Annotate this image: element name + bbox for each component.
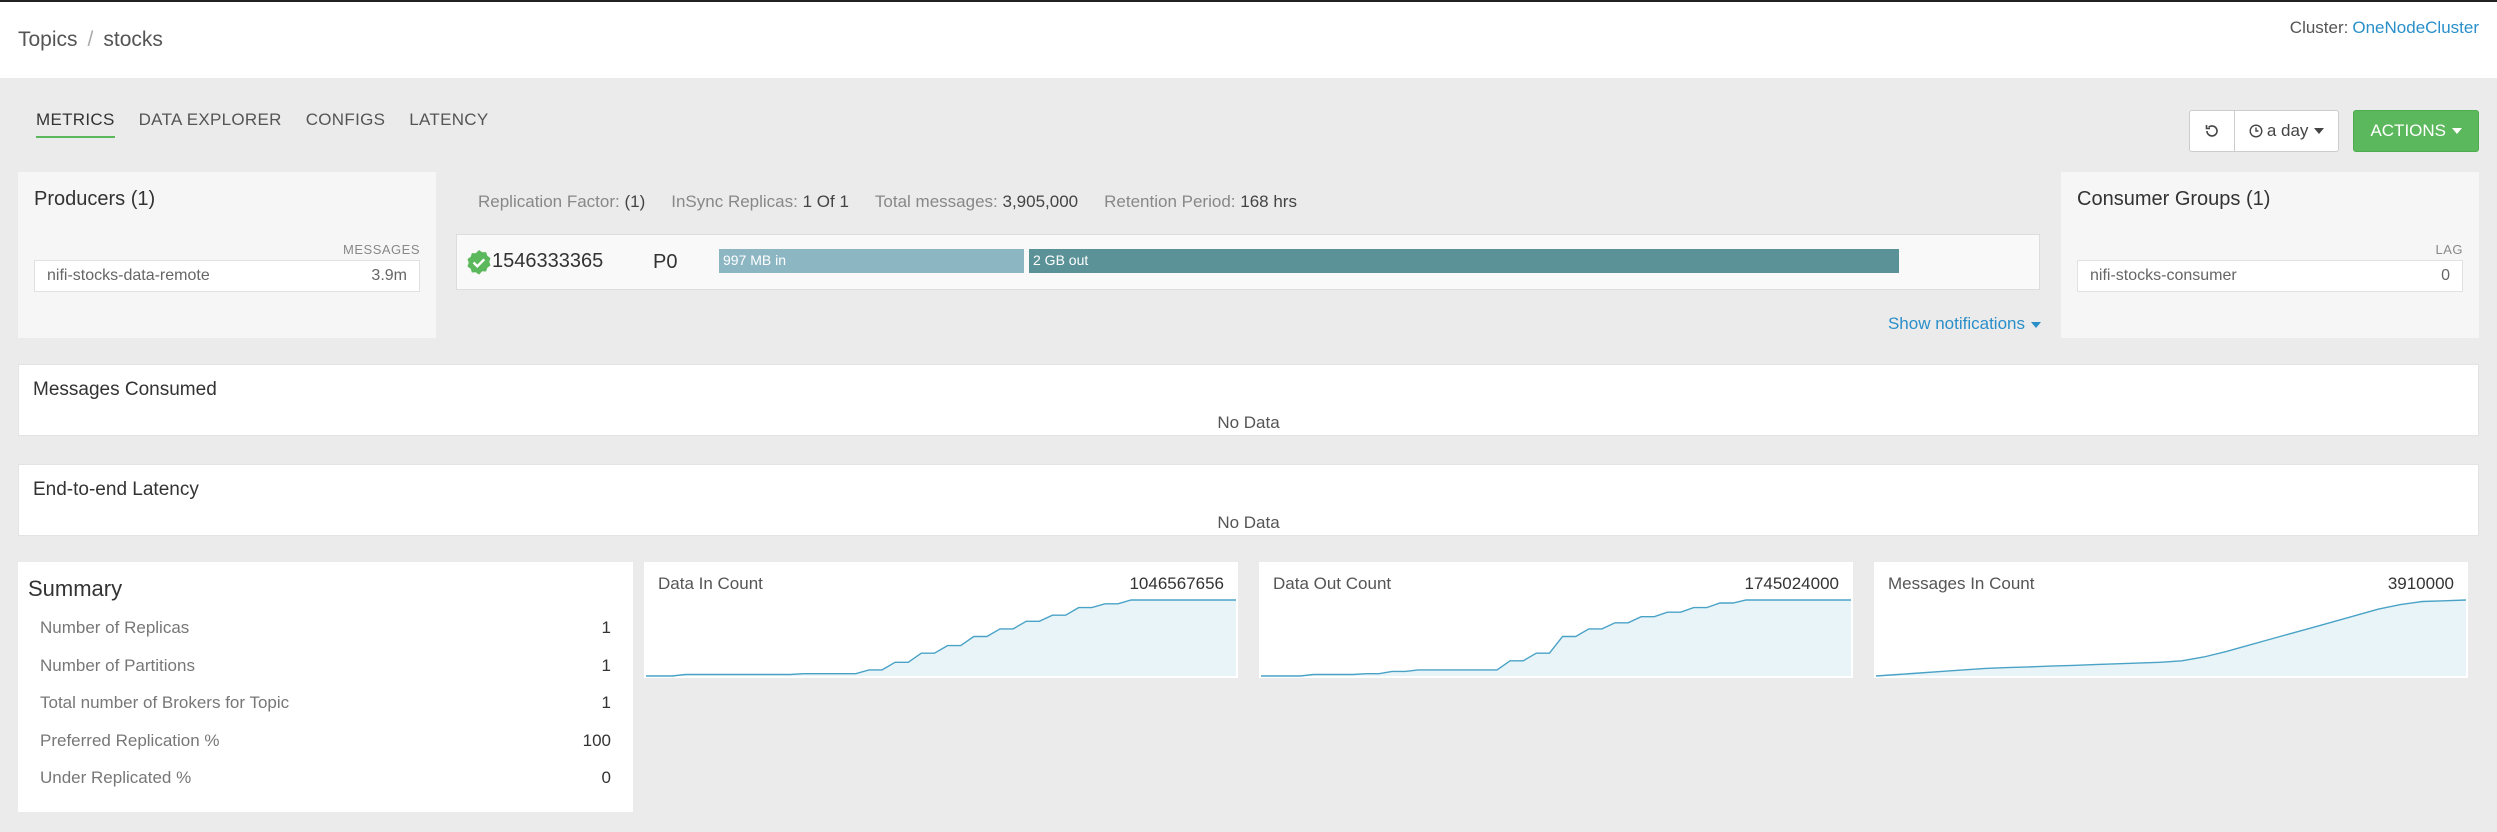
consumer-groups-panel: Consumer Groups (1) LAG nifi-stocks-cons…	[2061, 172, 2479, 338]
tab-configs[interactable]: CONFIGS	[306, 110, 386, 138]
summary-label: Number of Replicas	[40, 618, 190, 637]
consumer-group-name: nifi-stocks-consumer	[2090, 267, 2237, 284]
summary-row: Under Replicated % 0	[40, 768, 611, 788]
latency-empty: No Data	[1217, 513, 1280, 532]
data-in-bar: 997 MB in	[719, 249, 1024, 273]
check-icon	[467, 250, 491, 275]
messages-consumed-panel: Messages Consumed No Data	[18, 364, 2479, 436]
insync-replicas-label: InSync Replicas:	[671, 192, 798, 211]
chevron-down-icon	[2314, 128, 2325, 134]
top-bar: Topics / stocks Cluster: OneNodeCluster	[0, 2, 2497, 78]
latency-title: End-to-end Latency	[33, 479, 199, 500]
replication-factor: Replication Factor: (1)	[478, 192, 645, 212]
retention-period-value: 168 hrs	[1240, 192, 1297, 211]
total-messages: Total messages: 3,905,000	[875, 192, 1078, 212]
topic-partitions: Replication Factor: (1) InSync Replicas:…	[436, 172, 2061, 338]
producer-item[interactable]: nifi-stocks-data-remote 3.9m	[34, 260, 420, 292]
sparkline-area	[646, 600, 1236, 676]
cluster-info: Cluster: OneNodeCluster	[2290, 18, 2479, 38]
chart-latest-value: 3910000	[2387, 574, 2454, 593]
consumer-group-item[interactable]: nifi-stocks-consumer 0	[2077, 260, 2463, 292]
producers-title: Producers (1)	[34, 188, 156, 210]
summary-value: 100	[582, 731, 611, 750]
refresh-button[interactable]	[2190, 111, 2234, 151]
data-out-count-chart: Data Out Count 1745024000	[1259, 562, 1853, 678]
partition-row[interactable]: 1546333365 P0 997 MB in 2 GB out	[456, 234, 2040, 290]
messages-consumed-title: Messages Consumed	[33, 379, 217, 400]
partition-name: P0	[653, 251, 678, 273]
summary-value: 0	[601, 768, 611, 787]
clock-icon	[2249, 124, 2263, 138]
tab-bar: METRICS DATA EXPLORER CONFIGS LATENCY	[36, 110, 489, 138]
chart-title: Data In Count	[658, 574, 763, 593]
show-notifications-link[interactable]: Show notifications	[1888, 314, 2041, 334]
summary-label: Under Replicated %	[40, 768, 192, 787]
sparkline-area	[1261, 600, 1851, 676]
retention-period-label: Retention Period:	[1104, 192, 1236, 211]
insync-replicas-value: 1 Of 1	[802, 192, 849, 211]
topic-stats: Replication Factor: (1) InSync Replicas:…	[478, 192, 1297, 212]
toolbar: a day ACTIONS	[2188, 110, 2479, 152]
replication-factor-label: Replication Factor:	[478, 192, 620, 211]
messages-in-count-chart: Messages In Count 3910000	[1874, 562, 2468, 678]
actions-button[interactable]: ACTIONS	[2353, 110, 2479, 152]
breadcrumb-current: stocks	[103, 28, 163, 51]
time-range-value: a day	[2266, 121, 2309, 140]
partition-id: 1546333365	[492, 250, 604, 272]
time-controls: a day	[2188, 110, 2340, 152]
tab-data-explorer[interactable]: DATA EXPLORER	[139, 110, 282, 138]
breadcrumb-separator: /	[87, 28, 94, 51]
consumer-group-lag: 0	[2441, 267, 2450, 284]
retention-period: Retention Period: 168 hrs	[1104, 192, 1297, 212]
lag-column-label: LAG	[2435, 242, 2463, 257]
summary-title: Summary	[28, 576, 123, 601]
summary-label: Total number of Brokers for Topic	[40, 693, 290, 712]
summary-row: Number of Partitions 1	[40, 656, 611, 676]
messages-column-label: MESSAGES	[343, 242, 420, 257]
chevron-down-icon	[2452, 128, 2462, 134]
chevron-down-icon	[2031, 321, 2041, 328]
total-messages-value: 3,905,000	[1002, 192, 1079, 211]
messages-consumed-empty: No Data	[1217, 413, 1280, 432]
messages-in-sparkline	[1875, 599, 2467, 677]
data-out-sparkline	[1261, 599, 1851, 677]
data-out-bar: 2 GB out	[1029, 249, 1899, 273]
summary-row: Number of Replicas 1	[40, 618, 611, 638]
tab-metrics[interactable]: METRICS	[36, 110, 115, 138]
summary-row: Total number of Brokers for Topic 1	[40, 693, 611, 713]
tab-latency[interactable]: LATENCY	[409, 110, 488, 138]
topic-overview: Producers (1) MESSAGES nifi-stocks-data-…	[18, 172, 2479, 338]
summary-value: 1	[601, 693, 611, 712]
summary-row: Preferred Replication % 100	[40, 731, 611, 751]
chart-title: Data Out Count	[1273, 574, 1392, 593]
summary-panel: Summary Number of Replicas 1 Number of Pa…	[18, 562, 633, 812]
producers-panel: Producers (1) MESSAGES nifi-stocks-data-…	[18, 172, 436, 338]
actions-label: ACTIONS	[2370, 121, 2446, 140]
total-messages-label: Total messages:	[874, 192, 998, 211]
summary-label: Number of Partitions	[40, 656, 195, 675]
consumer-groups-title: Consumer Groups (1)	[2077, 188, 2271, 210]
time-range-dropdown[interactable]: a day	[2233, 111, 2339, 151]
breadcrumb-topics-link[interactable]: Topics	[18, 28, 78, 51]
show-notifications-label: Show notifications	[1887, 314, 2025, 333]
chart-title: Messages In Count	[1888, 574, 2035, 593]
insync-replicas: InSync Replicas: 1 Of 1	[671, 192, 849, 212]
cluster-link[interactable]: OneNodeCluster	[2352, 18, 2479, 37]
chart-latest-value: 1046567656	[1129, 574, 1224, 593]
data-in-count-chart: Data In Count 1046567656	[644, 562, 1238, 678]
latency-panel: End-to-end Latency No Data	[18, 464, 2479, 536]
summary-value: 1	[601, 618, 611, 637]
chart-latest-value: 1745024000	[1744, 574, 1839, 593]
breadcrumb: Topics / stocks	[18, 28, 163, 52]
data-in-sparkline	[646, 599, 1236, 677]
sparkline-area	[1876, 600, 2466, 676]
producer-name: nifi-stocks-data-remote	[47, 267, 210, 284]
refresh-icon	[2205, 125, 2218, 137]
producer-messages: 3.9m	[371, 267, 407, 284]
replication-factor-value: (1)	[624, 192, 646, 211]
summary-label: Preferred Replication %	[40, 731, 220, 750]
summary-value: 1	[601, 656, 611, 675]
cluster-label: Cluster:	[2289, 18, 2349, 37]
